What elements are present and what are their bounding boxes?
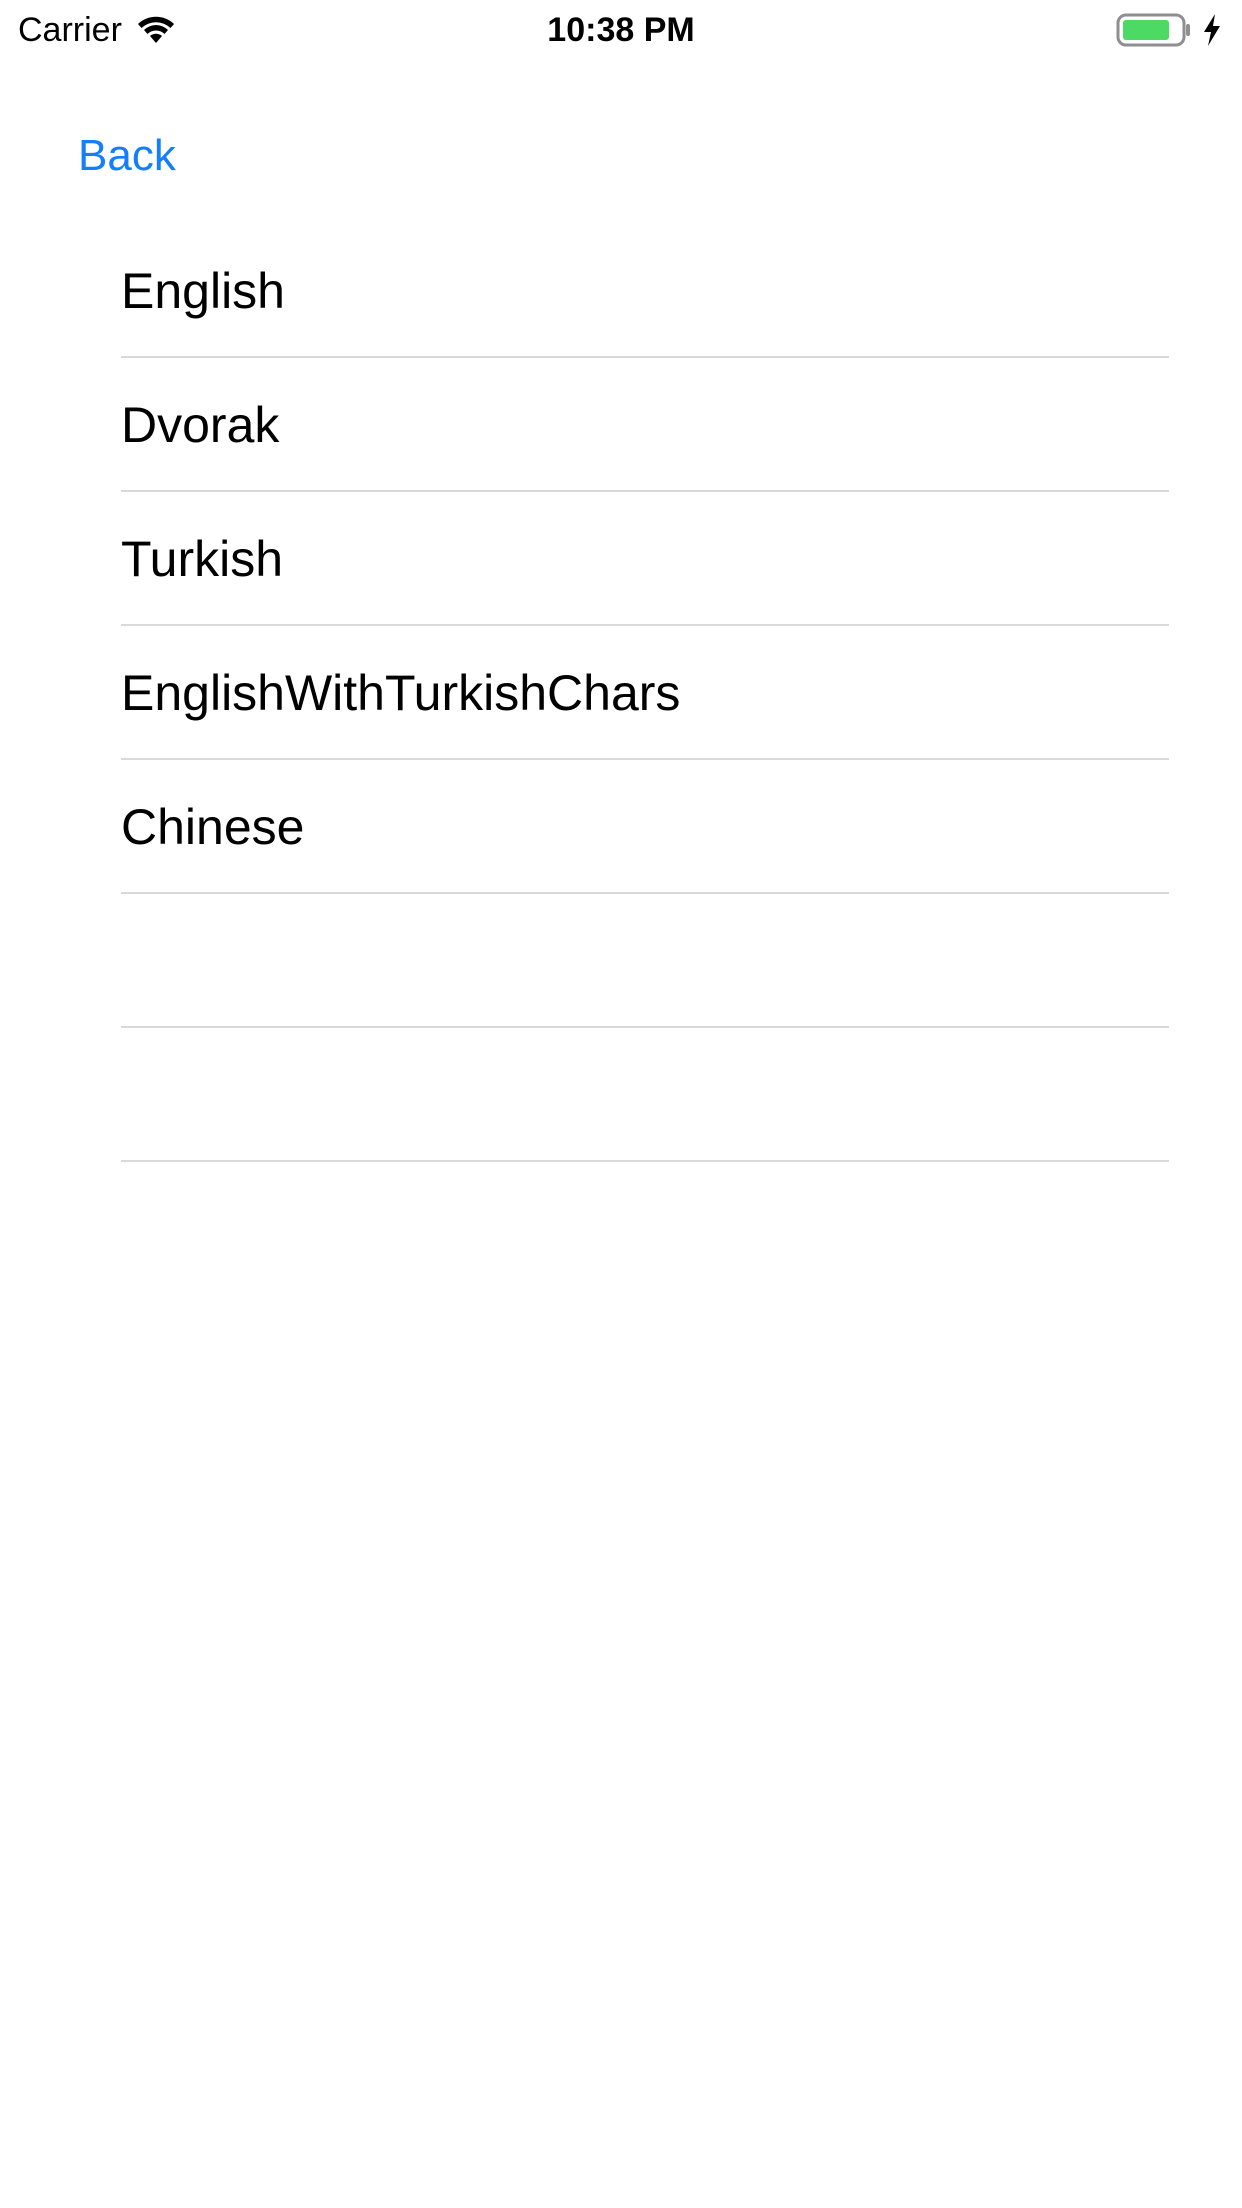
list-item-label: Dvorak (121, 397, 280, 453)
list-item-empty[interactable] (121, 894, 1169, 1028)
battery-icon (1116, 13, 1190, 47)
list-item-english[interactable]: English (121, 224, 1169, 358)
status-time: 10:38 PM (547, 11, 695, 49)
list-item-turkish[interactable]: Turkish (121, 492, 1169, 626)
battery-group (1116, 12, 1222, 48)
list-item-label: English (121, 263, 285, 319)
list-item-chinese[interactable]: Chinese (121, 760, 1169, 894)
status-bar: Carrier 10:38 PM (0, 0, 1242, 60)
list-item-english-with-turkish-chars[interactable]: EnglishWithTurkishChars (121, 626, 1169, 760)
list-item-empty[interactable] (121, 1028, 1169, 1162)
back-button[interactable]: Back (78, 128, 176, 184)
list-item-label: Turkish (121, 531, 284, 587)
list-item-label: Chinese (121, 799, 305, 855)
keyboard-layout-list: English Dvorak Turkish EnglishWithTurkis… (121, 224, 1169, 1162)
list-item-dvorak[interactable]: Dvorak (121, 358, 1169, 492)
bolt-icon (1204, 14, 1220, 46)
list-item-label: EnglishWithTurkishChars (121, 665, 681, 721)
